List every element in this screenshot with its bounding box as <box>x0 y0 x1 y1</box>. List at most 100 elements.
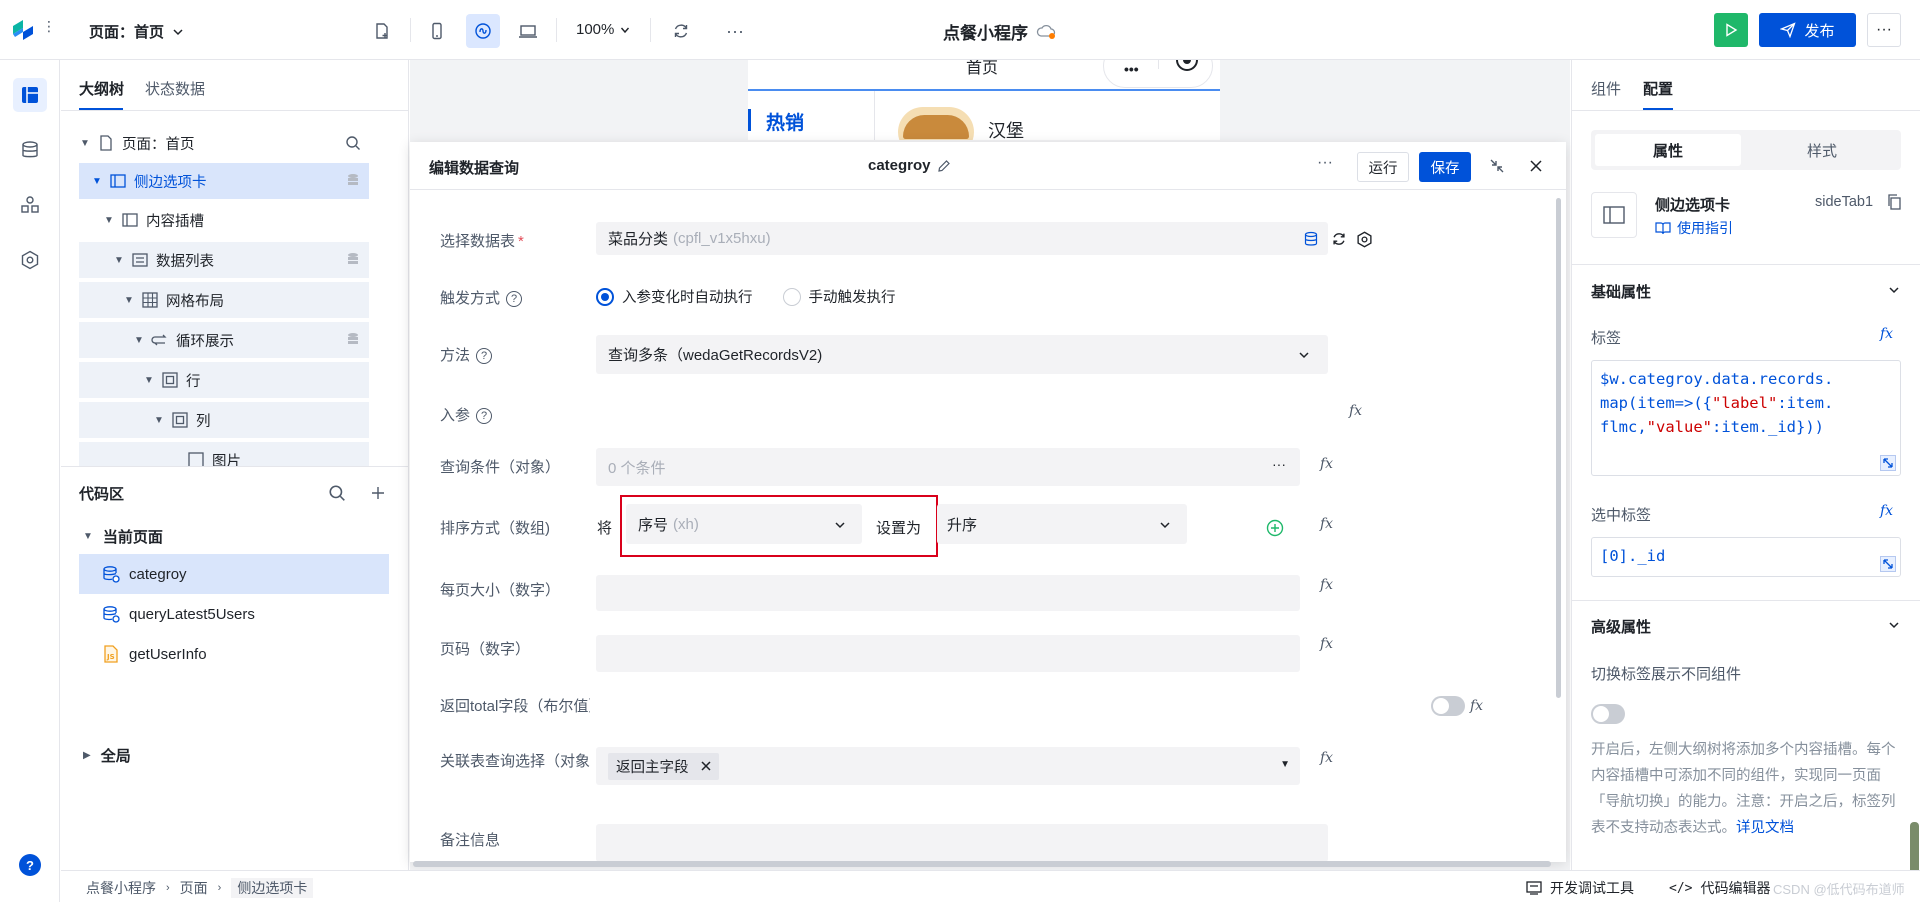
search-icon[interactable] <box>345 135 361 151</box>
query-name-group[interactable]: categroy <box>868 157 951 174</box>
preview-run-button[interactable] <box>1714 13 1748 47</box>
tree-node-column[interactable]: ▼ 列 <box>79 402 369 438</box>
horizontal-scrollbar[interactable] <box>413 861 1551 867</box>
tree-node-label: 网格布局 <box>166 293 224 310</box>
save-button[interactable]: 保存 <box>1419 152 1471 182</box>
copy-icon[interactable] <box>1887 194 1901 210</box>
run-button[interactable]: 运行 <box>1357 152 1409 182</box>
code-item-get-user-info[interactable]: JS getUserInfo <box>79 634 389 674</box>
current-page-group[interactable]: ▼ 当前页面 <box>83 526 163 547</box>
relation-tag-label: 返回主字段 <box>616 759 689 776</box>
tree-node-row[interactable]: ▼ 行 <box>79 362 369 398</box>
code-icon: </> <box>1669 880 1693 896</box>
search-icon[interactable] <box>328 484 346 502</box>
datasource-select[interactable]: 菜品分类 (cpfl_v1x5hxu) <box>596 222 1328 255</box>
collapse-icon[interactable] <box>1489 158 1505 174</box>
code-item-label: getUserInfo <box>129 645 207 663</box>
more-icon[interactable]: ··· <box>718 14 752 48</box>
more-actions-button[interactable]: ··· <box>1867 13 1901 47</box>
more-apps-icon[interactable]: ⋮ <box>42 18 56 35</box>
relation-select[interactable]: 返回主字段 ▼ <box>596 747 1300 785</box>
mobile-view-icon[interactable] <box>420 14 454 48</box>
expand-icon[interactable] <box>1880 455 1896 471</box>
close-icon[interactable] <box>1529 159 1543 173</box>
breadcrumb-item[interactable]: 点餐小程序 <box>86 878 156 898</box>
sort-field-select[interactable]: 序号 (xh) <box>626 504 862 544</box>
fx-icon[interactable]: fx <box>1880 503 1893 519</box>
tree-node-content-slot[interactable]: ▼ 内容插槽 <box>79 202 369 238</box>
tree-node-loop[interactable]: ▼ 循环展示 <box>79 322 369 358</box>
page-no-input[interactable] <box>596 635 1300 672</box>
components-icon[interactable] <box>13 188 47 222</box>
help-icon[interactable]: ? <box>19 854 41 876</box>
code-editor-button[interactable]: </> 代码编辑器 <box>1669 878 1770 898</box>
dialog-more-icon[interactable]: ··· <box>1317 154 1333 172</box>
publish-button[interactable]: 发布 <box>1759 13 1856 47</box>
new-page-icon[interactable] <box>365 14 399 48</box>
page-size-input[interactable] <box>596 575 1300 611</box>
breadcrumb-item[interactable]: 侧边选项卡 <box>231 878 314 898</box>
fx-icon[interactable]: fx <box>1470 698 1483 714</box>
vertical-scrollbar[interactable] <box>1556 198 1561 698</box>
page-selector[interactable]: 页面：首页 <box>89 21 184 42</box>
chevron-down-icon[interactable] <box>1888 619 1900 631</box>
code-item-query-latest[interactable]: queryLatest5Users <box>79 594 389 634</box>
settings-icon[interactable] <box>13 243 47 277</box>
guide-link[interactable]: 使用指引 <box>1655 218 1733 238</box>
chevron-down-icon[interactable] <box>1888 284 1900 296</box>
desktop-view-icon[interactable] <box>511 14 545 48</box>
tree-node-page-home[interactable]: ▼ 页面：首页 <box>79 125 369 161</box>
code-item-categroy[interactable]: categroy <box>79 554 389 594</box>
settings-icon[interactable] <box>1356 231 1373 248</box>
outline-icon[interactable] <box>13 78 47 112</box>
zoom-select[interactable]: 100% <box>576 21 630 38</box>
app-logo-icon[interactable] <box>10 16 36 44</box>
sort-field-id: (xh) <box>673 515 699 533</box>
breadcrumb-item[interactable]: 页面 <box>180 878 208 898</box>
tab-components[interactable]: 组件 <box>1591 78 1621 99</box>
doc-link[interactable]: 详见文档 <box>1736 820 1794 836</box>
database-icon[interactable] <box>13 133 47 167</box>
tree-node-side-tab[interactable]: ▼ 侧边选项卡 <box>79 163 369 199</box>
refresh-icon[interactable] <box>664 14 698 48</box>
remark-input[interactable] <box>596 824 1328 862</box>
send-icon <box>1780 22 1797 38</box>
close-icon[interactable] <box>700 761 711 771</box>
fx-icon[interactable]: fx <box>1320 577 1333 593</box>
label-expression-editor[interactable]: $w.categroy.data.records. map(item=>({"l… <box>1591 360 1901 476</box>
method-select[interactable]: 查询多条（wedaGetRecordsV2) <box>596 335 1328 374</box>
devtools-button[interactable]: 开发调试工具 <box>1526 878 1634 898</box>
total-toggle[interactable] <box>1431 696 1465 716</box>
sort-order-select[interactable]: 升序 <box>937 504 1187 544</box>
fx-icon[interactable]: fx <box>1320 750 1333 766</box>
grid-icon <box>141 291 159 309</box>
fx-icon[interactable]: fx <box>1320 516 1333 532</box>
global-group[interactable]: ▶ 全局 <box>83 745 131 766</box>
expand-icon[interactable] <box>1880 556 1896 572</box>
switch-toggle[interactable] <box>1591 704 1625 724</box>
fx-icon[interactable]: fx <box>1320 636 1333 652</box>
selected-expression-editor[interactable]: [0]._id <box>1591 537 1901 577</box>
fx-icon[interactable]: fx <box>1320 456 1333 472</box>
seg-properties[interactable]: 属性 <box>1595 134 1741 166</box>
tab-state-data[interactable]: 状态数据 <box>145 78 205 99</box>
miniprogram-view-icon[interactable] <box>466 14 500 48</box>
side-widget[interactable] <box>1910 822 1919 874</box>
seg-style[interactable]: 样式 <box>1749 134 1895 166</box>
fx-icon[interactable]: fx <box>1349 403 1362 419</box>
tree-node-image[interactable]: 图片 <box>79 442 369 466</box>
code-line: $w.categroy.data.records. <box>1600 370 1834 388</box>
trigger-manual-label: 手动触发执行 <box>808 290 896 306</box>
where-input[interactable]: 0 个条件 ··· <box>596 448 1300 486</box>
refresh-icon[interactable] <box>1331 231 1347 247</box>
radio-manual[interactable] <box>782 287 801 306</box>
tree-node-data-list[interactable]: ▼ 数据列表 <box>79 242 369 278</box>
tab-config[interactable]: 配置 <box>1643 78 1673 99</box>
tab-outline-tree[interactable]: 大纲树 <box>79 78 124 99</box>
tree-node-grid-layout[interactable]: ▼ 网格布局 <box>79 282 369 318</box>
page-preview[interactable]: 首页 ••• 热销 汉堡 <box>748 60 1220 140</box>
fx-icon[interactable]: fx <box>1880 326 1893 342</box>
add-icon[interactable] <box>370 485 386 501</box>
radio-auto[interactable] <box>596 287 614 306</box>
add-circle-icon[interactable] <box>1266 519 1284 537</box>
